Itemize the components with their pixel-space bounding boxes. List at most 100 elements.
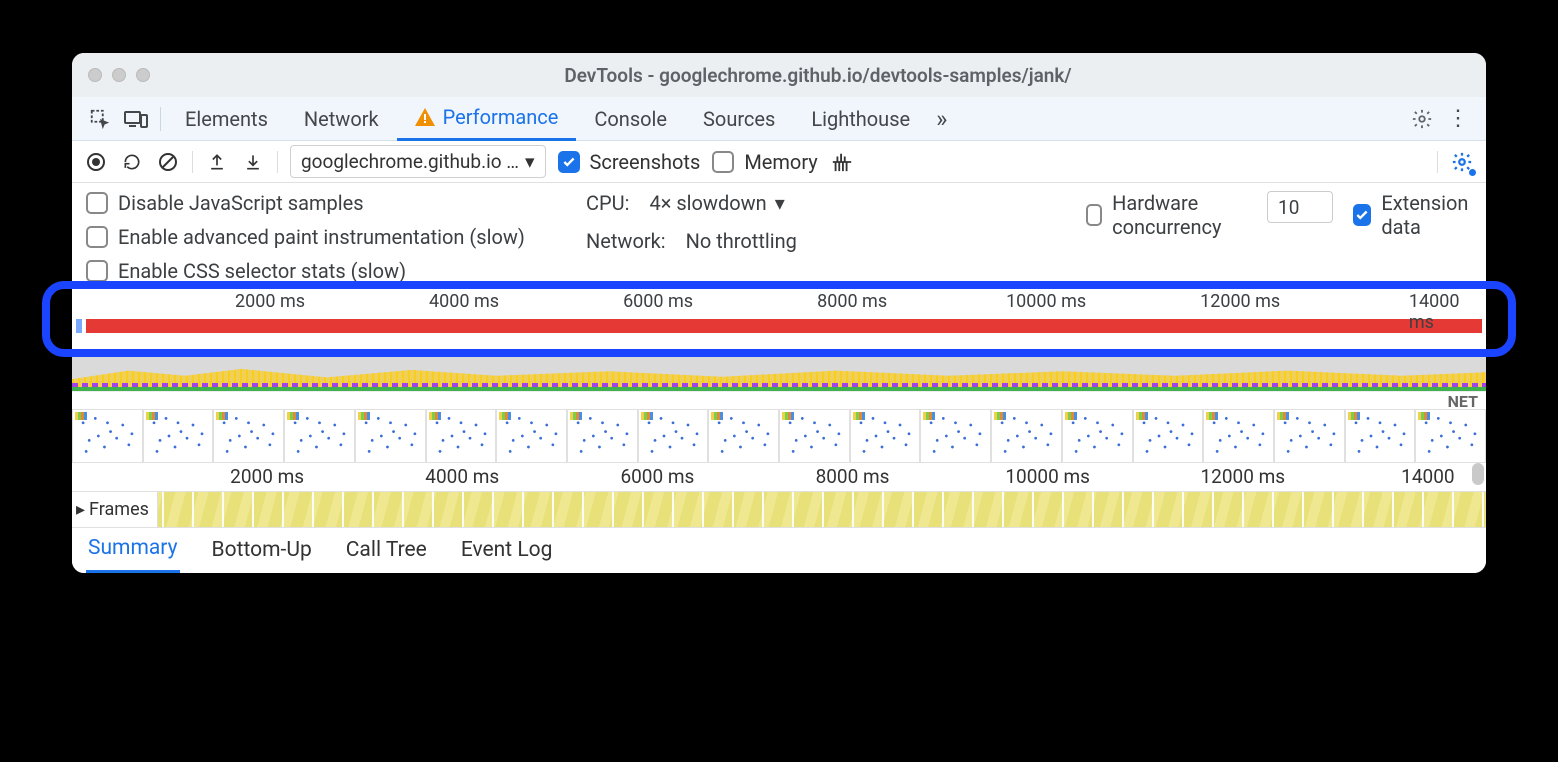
css-selector-label: Enable CSS selector stats (slow) xyxy=(118,259,406,283)
screenshot-filmstrip[interactable] xyxy=(72,409,1486,463)
cpu-activity-chart[interactable] xyxy=(72,357,1486,391)
panel-tabs: Elements Network Performance Console Sou… xyxy=(72,97,1486,141)
tick: 2000 ms xyxy=(230,465,304,488)
separator xyxy=(277,151,278,173)
tick: 6000 ms xyxy=(623,291,693,312)
window-title: DevTools - googlechrome.github.io/devtoo… xyxy=(166,64,1470,87)
traffic-lights xyxy=(88,68,150,82)
network-overview-row[interactable]: NET xyxy=(72,391,1486,409)
cpu-label: CPU: xyxy=(586,191,629,215)
memory-checkbox[interactable]: Memory xyxy=(712,150,817,174)
filmstrip-thumbnail[interactable] xyxy=(850,409,921,463)
filmstrip-thumbnail[interactable] xyxy=(72,409,143,463)
filmstrip-thumbnail[interactable] xyxy=(496,409,567,463)
tab-bottom-up[interactable]: Bottom-Up xyxy=(210,530,314,572)
filmstrip-thumbnail[interactable] xyxy=(426,409,497,463)
garbage-collect-icon[interactable] xyxy=(830,150,854,174)
screenshots-label: Screenshots xyxy=(590,150,701,174)
filmstrip-thumbnail[interactable] xyxy=(143,409,214,463)
filmstrip-thumbnail[interactable] xyxy=(1203,409,1274,463)
close-traffic-icon[interactable] xyxy=(88,68,102,82)
inspect-icon[interactable] xyxy=(82,108,118,130)
filmstrip-thumbnail[interactable] xyxy=(567,409,638,463)
checkbox-icon xyxy=(558,151,580,173)
cpu-throttle-select[interactable]: 4× slowdown ▾ xyxy=(649,191,784,215)
device-mode-icon[interactable] xyxy=(118,109,154,129)
tab-lighthouse[interactable]: Lighthouse xyxy=(793,97,928,141)
filmstrip-thumbnail[interactable] xyxy=(991,409,1062,463)
css-selector-stats-checkbox[interactable]: Enable CSS selector stats (slow) xyxy=(86,259,586,283)
tick: 12000 ms xyxy=(1200,465,1285,488)
hardware-concurrency-checkbox[interactable]: Hardware concurrency xyxy=(1086,191,1247,239)
filmstrip-thumbnail[interactable] xyxy=(779,409,850,463)
filmstrip-thumbnail[interactable] xyxy=(638,409,709,463)
filmstrip-thumbnail[interactable] xyxy=(284,409,355,463)
filmstrip-thumbnail[interactable] xyxy=(1274,409,1345,463)
more-options-icon[interactable]: ⋮ xyxy=(1440,106,1476,131)
cpu-value: 4× slowdown xyxy=(649,191,766,215)
filmstrip-thumbnail[interactable] xyxy=(355,409,426,463)
tab-call-tree[interactable]: Call Tree xyxy=(344,530,429,572)
tick: 2000 ms xyxy=(235,291,305,312)
filmstrip-thumbnail[interactable] xyxy=(1345,409,1416,463)
tab-elements[interactable]: Elements xyxy=(167,97,286,141)
checkbox-icon xyxy=(86,226,108,248)
tick: 10000 ms xyxy=(1006,291,1086,312)
more-tabs-button[interactable]: » xyxy=(928,97,955,141)
extension-data-label: Extension data xyxy=(1381,191,1472,239)
capture-settings: Disable JavaScript samples Enable advanc… xyxy=(72,183,1486,285)
advanced-paint-label: Enable advanced paint instrumentation (s… xyxy=(118,225,525,249)
scrollbar-handle[interactable] xyxy=(1472,463,1484,485)
network-label: Network: xyxy=(586,229,666,253)
timeline-overview[interactable]: 2000 ms 4000 ms 6000 ms 8000 ms 10000 ms… xyxy=(76,289,1482,349)
clear-icon[interactable] xyxy=(156,150,180,174)
tick: 4000 ms xyxy=(425,465,499,488)
details-tabs: Summary Bottom-Up Call Tree Event Log xyxy=(72,527,1486,573)
recording-target-dropdown[interactable]: googlechrome.github.io … ▾ xyxy=(290,145,546,178)
expand-icon: ▸ xyxy=(76,499,85,520)
cpu-throttle-row: CPU: 4× slowdown ▾ xyxy=(586,191,1086,215)
minimize-traffic-icon[interactable] xyxy=(112,68,126,82)
frames-track-header[interactable]: ▸ Frames xyxy=(72,492,158,527)
filmstrip-thumbnail[interactable] xyxy=(1062,409,1133,463)
warning-icon xyxy=(415,108,435,126)
tick: 6000 ms xyxy=(620,465,694,488)
overview-highlight-box: 2000 ms 4000 ms 6000 ms 8000 ms 10000 ms… xyxy=(42,281,1516,357)
screenshots-checkbox[interactable]: Screenshots xyxy=(558,150,701,174)
checkbox-icon xyxy=(86,260,108,282)
tab-summary[interactable]: Summary xyxy=(86,528,180,573)
window-titlebar: DevTools - googlechrome.github.io/devtoo… xyxy=(72,53,1486,97)
record-icon[interactable] xyxy=(84,150,108,174)
checkbox-icon xyxy=(86,192,108,214)
overview-start-handle[interactable] xyxy=(76,319,82,333)
filmstrip-thumbnail[interactable] xyxy=(920,409,991,463)
frames-track[interactable]: ▸ Frames xyxy=(72,491,1486,527)
capture-settings-icon[interactable] xyxy=(1450,150,1474,174)
download-icon[interactable] xyxy=(241,150,265,174)
zoom-traffic-icon[interactable] xyxy=(136,68,150,82)
tab-network[interactable]: Network xyxy=(286,97,397,141)
network-value: No throttling xyxy=(686,229,797,253)
extension-data-checkbox[interactable]: Extension data xyxy=(1353,191,1472,239)
tab-performance[interactable]: Performance xyxy=(397,97,577,141)
separator xyxy=(1437,151,1438,173)
filmstrip-thumbnail[interactable] xyxy=(708,409,779,463)
filmstrip-thumbnail[interactable] xyxy=(1415,409,1486,463)
separator xyxy=(192,151,193,173)
upload-icon[interactable] xyxy=(205,150,229,174)
settings-icon[interactable] xyxy=(1404,108,1440,130)
tab-event-log[interactable]: Event Log xyxy=(459,530,555,572)
tab-console[interactable]: Console xyxy=(576,97,685,141)
reload-record-icon[interactable] xyxy=(120,150,144,174)
network-throttle-row: Network: No throttling xyxy=(586,229,1086,253)
hardware-concurrency-input[interactable]: 10 xyxy=(1267,191,1333,223)
main-flame-ruler[interactable]: 2000 ms 4000 ms 6000 ms 8000 ms 10000 ms… xyxy=(72,463,1486,491)
advanced-paint-checkbox[interactable]: Enable advanced paint instrumentation (s… xyxy=(86,225,586,249)
filmstrip-thumbnail[interactable] xyxy=(1133,409,1204,463)
disable-js-samples-checkbox[interactable]: Disable JavaScript samples xyxy=(86,191,586,215)
frames-bars xyxy=(72,492,1486,527)
chevron-down-icon: ▾ xyxy=(775,191,785,215)
filmstrip-thumbnail[interactable] xyxy=(213,409,284,463)
memory-label: Memory xyxy=(744,150,817,174)
tab-sources[interactable]: Sources xyxy=(685,97,793,141)
